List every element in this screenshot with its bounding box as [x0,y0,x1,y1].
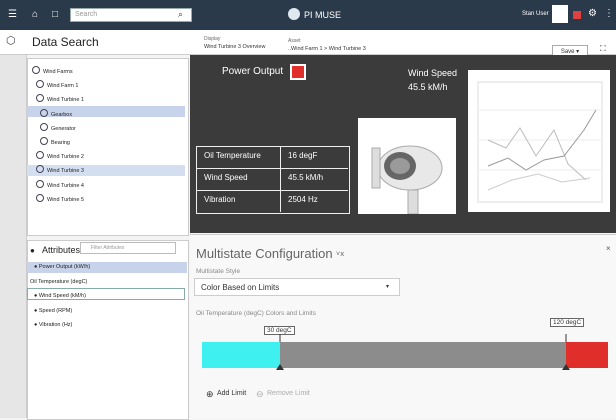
tree-item-label: Wind Turbine 1 [47,97,84,104]
table-row-name: Vibration [204,195,236,204]
tree-item[interactable]: Bearing [40,137,70,146]
home-icon[interactable]: ⌂ [32,9,38,20]
config-title: Multistate Configuration [196,246,333,261]
attribute-item[interactable]: Oil Temperature (degC) [30,279,87,285]
turbine-image [358,118,456,214]
asset-icon [36,151,44,160]
add-limit-button[interactable]: Add Limit [217,390,246,397]
limits-label: Oil Temperature (degC) Colors and Limits [196,310,316,317]
asset-icon [40,122,48,131]
high-limit-value[interactable]: 120 degC [550,318,585,327]
multistate-style-select[interactable]: Color Based on Limits [194,278,400,296]
asset-icon [40,137,48,145]
attributes-title: Attributes [42,245,81,255]
attribute-label: Speed (RPM) [38,308,73,314]
search-input[interactable]: Search [70,8,192,22]
attribute-label: Power Output (kW/h) [38,264,91,270]
remove-icon: ⊖ [256,389,264,399]
state-high [566,342,608,368]
power-output-label: Power Output [222,66,284,77]
tree-item-label: Wind Turbine 3 [47,168,84,175]
asset-icon [36,165,44,174]
tree-item-label: Wind Farm 1 [47,83,79,90]
collapse-icon[interactable]: ˅ⅹ [336,250,344,258]
attribute-item[interactable]: ● Speed (RPM) [34,308,72,314]
table-row-name: Wind Speed [204,173,248,182]
page-title: Data Search [32,35,99,49]
filter-attributes-input[interactable]: Filter Attributes [80,242,176,254]
attributes-icon: ● [30,246,35,255]
attribute-item[interactable]: ● Wind Speed (kM/h) [34,293,86,299]
app-brand: PI MUSE [304,10,342,20]
display-label: Display [204,36,221,42]
asset-icon [36,179,44,188]
tree-item[interactable]: Generator [40,122,76,132]
asset-icon [40,108,48,117]
data-search-icon: ⬡ [6,35,16,47]
chevron-down-icon[interactable]: ▾ [386,283,389,290]
tree-item-label: Wind Turbine 4 [47,182,84,189]
table-row-value[interactable]: 45.5 kM/h [288,173,323,182]
tree-item[interactable]: Gearbox [40,108,73,118]
asset-icon [36,80,44,89]
trend-chart[interactable] [468,70,610,212]
notification-icon[interactable] [573,11,581,19]
asset-breadcrumb[interactable]: ..Wind Farm 1 > Wind Turbine 3 [288,46,366,52]
tree-item[interactable]: Wind Turbine 3 [36,165,84,174]
asset-icon [36,193,44,202]
attribute-label: Vibration (Hz) [38,322,73,328]
tree-item-label: Wind Turbine 2 [47,154,84,161]
remove-limit-button[interactable]: Remove Limit [267,390,310,397]
menu-icon[interactable]: ☰ [8,9,17,20]
table-row-name: Oil Temperature [204,151,261,160]
tree-item[interactable]: Wind Farm 1 [36,80,78,89]
asset-icon [36,94,44,103]
wind-speed-value[interactable]: 45.5 kM/h [408,82,448,92]
attribute-item[interactable]: ● Vibration (Hz) [34,322,72,328]
tree-item[interactable]: Wind Turbine 4 [36,179,84,189]
add-icon[interactable]: ⊕ [206,389,214,400]
tree-item-label: Generator [51,125,76,132]
attribute-item[interactable]: ● Power Output (kW/h) [34,264,90,270]
user-name[interactable]: Stan User [522,11,549,17]
tree-item[interactable]: Wind Turbine 1 [36,94,84,103]
power-output-state[interactable] [290,64,306,80]
table-divider [196,190,348,191]
table-row-value[interactable]: 16 degF [288,151,317,160]
attribute-label: Wind Speed (kM/h) [38,293,86,299]
state-mid [280,342,566,368]
tree-item-label: Bearing [51,140,70,146]
tree-item[interactable]: Wind Turbine 5 [36,193,84,203]
more-icon[interactable]: ⋮ [604,8,614,19]
display-name[interactable]: Wind Turbine 3 Overview [204,44,265,50]
table-divider [196,168,348,169]
avatar-icon[interactable] [552,5,568,23]
display-icon[interactable]: □ [52,9,58,20]
multistate-style-label: Multistate Style [196,268,241,275]
asset-label: Asset [288,38,301,44]
fullscreen-icon[interactable]: ⛶ [600,44,606,54]
state-low [202,342,280,368]
left-rail [0,55,27,418]
table-divider [280,146,281,212]
table-row-value[interactable]: 2504 Hz [288,195,318,204]
search-icon[interactable]: ⌕ [178,9,183,20]
asset-icon [32,66,40,74]
pi-logo-icon [288,8,300,20]
tree-item[interactable]: Wind Turbine 2 [36,151,84,160]
wind-speed-label: Wind Speed [408,68,458,78]
tree-item-label: Gearbox [51,111,73,118]
tree-item-label: Wind Farms [43,69,73,75]
gear-icon[interactable]: ⚙ [588,8,597,19]
tree-item[interactable]: Wind Farms [32,66,73,75]
close-icon[interactable]: × [606,244,611,253]
tree-item-label: Wind Turbine 5 [47,196,84,203]
limits-bar[interactable] [202,334,608,370]
attribute-label: Oil Temperature (degC) [30,279,88,285]
